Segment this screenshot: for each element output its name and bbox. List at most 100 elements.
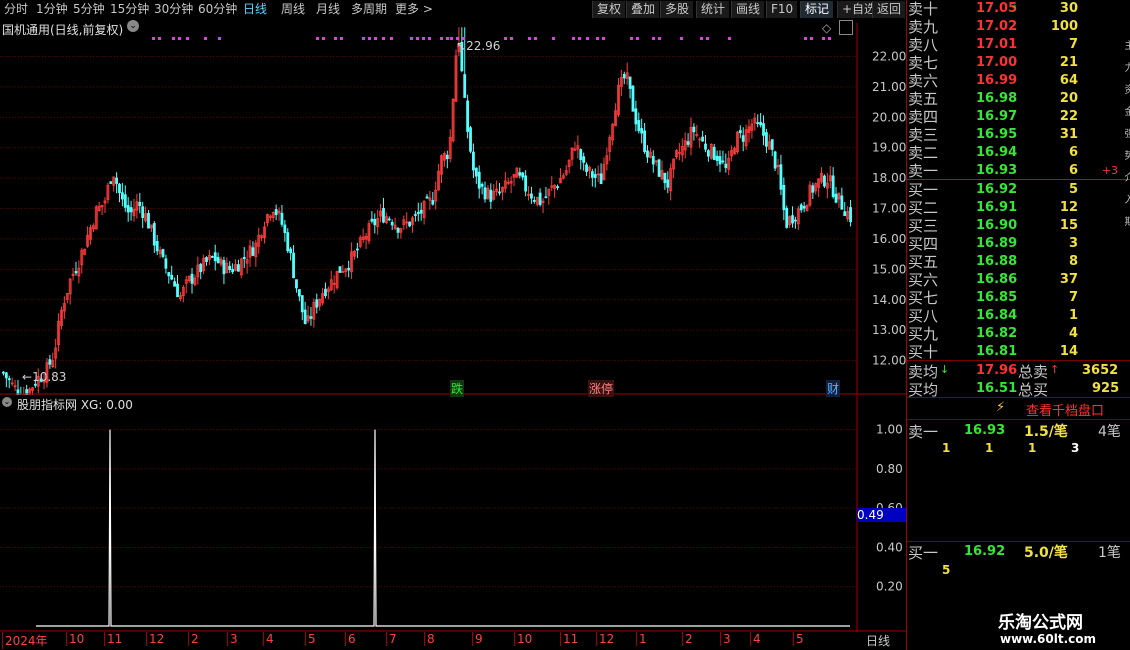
ask-row[interactable]: 卖一 16.93 6 +3 <box>906 162 1130 180</box>
candle-body <box>524 175 528 192</box>
candle-body <box>355 248 359 251</box>
statistics-button[interactable]: 统计 <box>696 1 730 18</box>
back-button[interactable]: 返回 <box>872 1 906 18</box>
bid-price: 16.90 <box>976 218 1018 233</box>
ask-row[interactable]: 卖六 16.99 64 <box>906 72 1130 90</box>
candle-body <box>770 139 774 150</box>
bid-row[interactable]: 买三 16.90 15 <box>906 217 1130 235</box>
candlestick-chart[interactable]: 12.00 13.00 14.00 15.00 16.00 17.00 18.00 19.00… <box>0 19 906 395</box>
candle-body <box>2 371 5 374</box>
bid-price: 16.88 <box>976 254 1018 269</box>
period-tab-weekly[interactable]: 周线 <box>281 1 305 18</box>
bid-row[interactable]: 买四 16.89 3 <box>906 235 1130 253</box>
candle-body <box>283 224 287 233</box>
ask-price: 16.98 <box>976 91 1018 106</box>
period-tab-daily[interactable]: 日线 <box>243 1 267 18</box>
candle-body <box>286 232 290 252</box>
signal-dot <box>636 37 639 40</box>
draw-line-button[interactable]: 画线 <box>731 1 765 18</box>
period-tab-30min[interactable]: 30分钟 <box>154 1 193 18</box>
event-marker-limit-up[interactable]: 涨停 <box>588 380 615 397</box>
watermark: 乐淘公式网 www.60lt.com <box>962 604 1130 650</box>
candle-body <box>210 256 214 258</box>
period-tab-1min[interactable]: 1分钟 <box>36 1 68 18</box>
sell1-detail-per-order: 1.5/笔 <box>1024 424 1068 440</box>
ask-row[interactable]: 卖五 16.98 20 <box>906 90 1130 108</box>
period-tab-5min[interactable]: 5分钟 <box>73 1 105 18</box>
candle-body <box>416 211 420 215</box>
buy-avg-value: 16.51 <box>976 381 1018 396</box>
adjust-button[interactable]: 复权 <box>592 1 626 18</box>
bid-row[interactable]: 买七 16.85 7 <box>906 289 1130 307</box>
candle-body <box>231 268 235 273</box>
candle-body <box>469 127 472 152</box>
bid-volume: 5 <box>1068 182 1078 197</box>
candle-body <box>408 221 411 227</box>
signal-dot <box>586 37 589 40</box>
ask-row[interactable]: 卖十 17.05 30 * <box>906 0 1130 18</box>
candle-body <box>530 193 533 199</box>
ask-price: 17.01 <box>976 37 1018 52</box>
buy1-detail-label: 买一 <box>908 544 939 562</box>
ask-row[interactable]: 卖七 17.00 21 <box>906 54 1130 72</box>
f10-button[interactable]: F10 <box>766 1 798 18</box>
signal-dot <box>340 37 343 40</box>
candle-body <box>129 207 133 213</box>
low-price-label: ←10.83 <box>22 370 67 384</box>
bid-row[interactable]: 买一 16.92 5 <box>906 181 1130 199</box>
signal-dot <box>218 37 221 40</box>
event-marker-finance[interactable]: 财 <box>826 380 841 397</box>
depth-book-link[interactable]: 查看千档盘口 <box>1026 400 1104 419</box>
event-marker-fall[interactable]: 跌 <box>450 380 465 397</box>
sell1-queue-item: 1 <box>942 441 951 455</box>
candle-body <box>593 174 597 178</box>
chevron-down-icon[interactable]: ⌄ <box>2 397 12 407</box>
main-y-tick-label: 22.00 <box>872 49 906 63</box>
candle-body <box>637 120 641 132</box>
candle-body <box>466 100 470 132</box>
signal-dot <box>596 37 599 40</box>
period-tab-multi[interactable]: 多周期 <box>351 1 387 18</box>
ask-label: 卖九 <box>908 18 939 36</box>
bid-row[interactable]: 买二 16.91 12 <box>906 199 1130 217</box>
bid-volume: 12 <box>1059 200 1078 215</box>
period-tab-more[interactable]: 更多 > <box>395 1 433 18</box>
period-tab-monthly[interactable]: 月线 <box>316 1 340 18</box>
period-tab-60min[interactable]: 60分钟 <box>198 1 237 18</box>
candle-body <box>170 274 174 280</box>
signal-dot <box>810 37 813 40</box>
signal-dot <box>204 37 207 40</box>
main-y-tick-label: 13.00 <box>872 323 906 337</box>
candle-body <box>309 316 313 319</box>
signal-dot <box>728 37 731 40</box>
x-axis-label: 11 <box>104 632 122 646</box>
overlay-button[interactable]: 叠加 <box>626 1 660 18</box>
candle-body <box>518 172 522 176</box>
indicator-chart[interactable]: 0.200.400.600.801.00 <box>0 396 906 632</box>
bid-row[interactable]: 买五 16.88 8 <box>906 253 1130 271</box>
candle-body <box>651 156 655 165</box>
ask-volume: 20 <box>1059 91 1078 106</box>
multi-stock-button[interactable]: 多股 <box>660 1 694 18</box>
window-toggle-icon[interactable] <box>839 20 853 35</box>
candle-body <box>237 264 240 272</box>
candle-body <box>74 271 78 274</box>
chevron-down-icon[interactable]: ⌄ <box>127 20 139 32</box>
ask-row[interactable]: 卖八 17.01 7 <box>906 36 1130 54</box>
ask-row[interactable]: 卖二 16.94 6 <box>906 144 1130 162</box>
diamond-icon[interactable]: ◇ <box>822 21 831 35</box>
bid-row[interactable]: 买九 16.82 4 <box>906 325 1130 343</box>
bid-label: 买四 <box>908 235 939 253</box>
bid-row[interactable]: 买十 16.81 14 <box>906 343 1130 361</box>
mark-button[interactable]: 标记 <box>800 1 834 18</box>
candle-body <box>756 122 760 124</box>
bid-row[interactable]: 买六 16.86 37 <box>906 271 1130 289</box>
period-tab-15min[interactable]: 15分钟 <box>110 1 149 18</box>
candle-body <box>373 218 377 226</box>
period-tab-fenshi[interactable]: 分时 <box>4 1 28 18</box>
ask-row[interactable]: 卖三 16.95 31 <box>906 126 1130 144</box>
ask-row[interactable]: 卖九 17.02 100 <box>906 18 1130 36</box>
ask-row[interactable]: 卖四 16.97 22 <box>906 108 1130 126</box>
bid-row[interactable]: 买八 16.84 1 <box>906 307 1130 325</box>
signal-dot <box>428 37 431 40</box>
